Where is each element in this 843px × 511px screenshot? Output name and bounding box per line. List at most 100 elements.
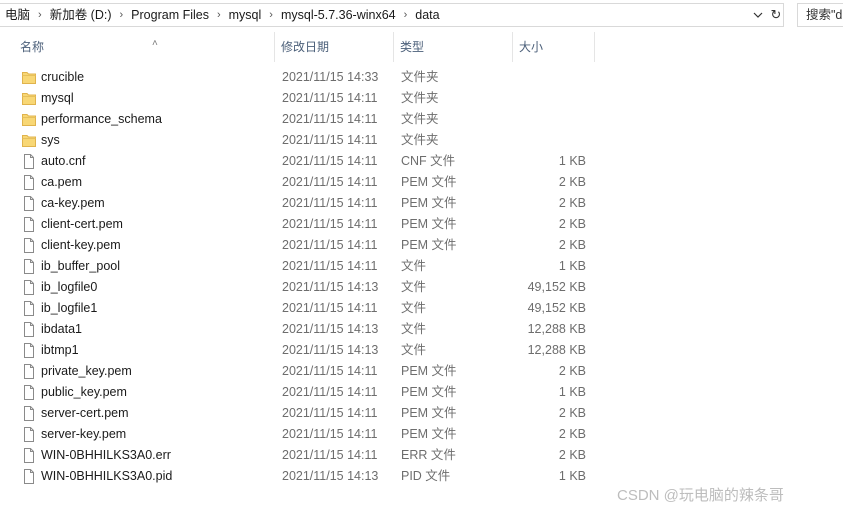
file-row[interactable]: client-cert.pem 2021/11/15 14:11 PEM 文件 2 K… bbox=[0, 214, 843, 235]
file-size: 2 KB bbox=[558, 427, 586, 441]
file-date: 2021/11/15 14:11 bbox=[282, 364, 378, 378]
file-icon bbox=[22, 469, 36, 484]
file-row[interactable]: private_key.pem 2021/11/15 14:11 PEM 文件 2 K… bbox=[0, 361, 843, 382]
file-type: 文件 bbox=[401, 322, 427, 336]
file-size: 1 KB bbox=[558, 469, 586, 483]
file-type: 文件夹 bbox=[401, 70, 439, 84]
chevron-right-icon[interactable]: › bbox=[215, 9, 223, 21]
file-type: PEM 文件 bbox=[401, 364, 457, 378]
file-type: 文件夹 bbox=[401, 112, 439, 126]
file-type: PEM 文件 bbox=[401, 385, 457, 399]
folder-icon bbox=[22, 112, 36, 127]
column-header-row: 名称 ˄ 修改日期 类型 大小 bbox=[0, 32, 843, 62]
file-row[interactable]: ib_buffer_pool 2021/11/15 14:11 文件 1 KB bbox=[0, 256, 843, 277]
file-name: server-key.pem bbox=[41, 427, 127, 441]
file-size: 1 KB bbox=[558, 154, 586, 168]
file-name: performance_schema bbox=[41, 112, 162, 126]
breadcrumb-item-mysql[interactable]: mysql bbox=[223, 4, 268, 26]
file-icon bbox=[22, 364, 36, 379]
folder-icon bbox=[22, 133, 36, 148]
file-date: 2021/11/15 14:11 bbox=[282, 385, 378, 399]
file-type: PEM 文件 bbox=[401, 238, 457, 252]
file-row[interactable]: WIN-0BHHILKS3A0.err 2021/11/15 14:11 ERR 文… bbox=[0, 445, 843, 466]
chevron-right-icon[interactable]: › bbox=[267, 9, 275, 21]
column-header-size[interactable]: 大小 bbox=[513, 32, 595, 62]
breadcrumb-item-mysql-version[interactable]: mysql-5.7.36-winx64 bbox=[275, 4, 402, 26]
file-date: 2021/11/15 14:11 bbox=[282, 259, 378, 273]
file-row[interactable]: sys 2021/11/15 14:11 文件夹 bbox=[0, 130, 843, 151]
breadcrumb-item-program-files[interactable]: Program Files bbox=[125, 4, 215, 26]
search-input[interactable]: 搜索"d bbox=[797, 3, 843, 27]
folder-icon bbox=[22, 91, 36, 106]
file-date: 2021/11/15 14:11 bbox=[282, 112, 378, 126]
file-icon bbox=[22, 175, 36, 190]
file-row[interactable]: performance_schema 2021/11/15 14:11 文件夹 bbox=[0, 109, 843, 130]
chevron-right-icon[interactable]: › bbox=[402, 9, 410, 21]
file-type: 文件 bbox=[401, 301, 427, 315]
file-icon bbox=[22, 217, 36, 232]
column-header-type[interactable]: 类型 bbox=[394, 32, 513, 62]
file-name: auto.cnf bbox=[41, 154, 86, 168]
file-name: public_key.pem bbox=[41, 385, 127, 399]
breadcrumb[interactable]: 电脑 › 新加卷 (D:) › Program Files › mysql › … bbox=[0, 3, 784, 27]
chevron-right-icon[interactable]: › bbox=[36, 9, 44, 21]
file-date: 2021/11/15 14:13 bbox=[282, 322, 379, 336]
file-name: private_key.pem bbox=[41, 364, 132, 378]
file-row[interactable]: client-key.pem 2021/11/15 14:11 PEM 文件 2 KB bbox=[0, 235, 843, 256]
file-date: 2021/11/15 14:13 bbox=[282, 469, 379, 483]
file-type: 文件 bbox=[401, 343, 427, 357]
file-date: 2021/11/15 14:11 bbox=[282, 91, 378, 105]
file-name: ibtmp1 bbox=[41, 343, 79, 357]
column-header-date[interactable]: 修改日期 bbox=[275, 32, 394, 62]
column-date-label: 修改日期 bbox=[281, 40, 330, 54]
file-row[interactable]: crucible 2021/11/15 14:33 文件夹 bbox=[0, 67, 843, 88]
file-icon bbox=[22, 280, 36, 295]
file-name: crucible bbox=[41, 70, 85, 84]
file-row[interactable]: ib_logfile0 2021/11/15 14:13 文件 49,152 KB bbox=[0, 277, 843, 298]
file-type: CNF 文件 bbox=[401, 154, 456, 168]
file-name: server-cert.pem bbox=[41, 406, 129, 420]
sort-up-icon: ˄ bbox=[152, 38, 158, 49]
file-date: 2021/11/15 14:13 bbox=[282, 280, 379, 294]
file-size: 2 KB bbox=[558, 238, 586, 252]
file-row[interactable]: mysql 2021/11/15 14:11 文件夹 bbox=[0, 88, 843, 109]
file-size: 49,152 KB bbox=[527, 280, 586, 294]
file-type: 文件 bbox=[401, 259, 427, 273]
file-type: 文件夹 bbox=[401, 91, 439, 105]
file-date: 2021/11/15 14:11 bbox=[282, 154, 378, 168]
file-name: WIN-0BHHILKS3A0.err bbox=[41, 448, 171, 462]
file-date: 2021/11/15 14:13 bbox=[282, 343, 379, 357]
file-type: PEM 文件 bbox=[401, 175, 457, 189]
file-date: 2021/11/15 14:11 bbox=[282, 196, 378, 210]
breadcrumb-item-data[interactable]: data bbox=[409, 4, 445, 26]
chevron-right-icon[interactable]: › bbox=[118, 9, 126, 21]
file-icon bbox=[22, 406, 36, 421]
file-row[interactable]: ca.pem 2021/11/15 14:11 PEM 文件 2 KB bbox=[0, 172, 843, 193]
file-row[interactable]: auto.cnf 2021/11/15 14:11 CNF 文件 1 KB bbox=[0, 151, 843, 172]
file-date: 2021/11/15 14:11 bbox=[282, 175, 378, 189]
file-size: 12,288 KB bbox=[527, 343, 586, 357]
file-row[interactable]: server-key.pem 2021/11/15 14:11 PEM 文件 2 KB bbox=[0, 424, 843, 445]
file-icon bbox=[22, 196, 36, 211]
file-row[interactable]: server-cert.pem 2021/11/15 14:11 PEM 文件 2 K… bbox=[0, 403, 843, 424]
breadcrumb-item-drive[interactable]: 新加卷 (D:) bbox=[44, 4, 118, 26]
file-row[interactable]: ibdata1 2021/11/15 14:13 文件 12,288 KB bbox=[0, 319, 843, 340]
file-name: ca.pem bbox=[41, 175, 82, 189]
refresh-icon[interactable]: ↻ bbox=[766, 4, 786, 26]
file-row[interactable]: ca-key.pem 2021/11/15 14:11 PEM 文件 2 KB bbox=[0, 193, 843, 214]
file-size: 2 KB bbox=[558, 448, 586, 462]
file-row[interactable]: ibtmp1 2021/11/15 14:13 文件 12,288 KB bbox=[0, 340, 843, 361]
file-row[interactable]: public_key.pem 2021/11/15 14:11 PEM 文件 1 KB bbox=[0, 382, 843, 403]
file-name: client-key.pem bbox=[41, 238, 121, 252]
file-size: 2 KB bbox=[558, 217, 586, 231]
chevron-down-icon[interactable] bbox=[748, 4, 768, 26]
file-type: ERR 文件 bbox=[401, 448, 456, 462]
file-size: 2 KB bbox=[558, 364, 586, 378]
file-size bbox=[520, 130, 586, 151]
column-header-name[interactable]: 名称 ˄ bbox=[14, 32, 275, 62]
breadcrumb-item-pc[interactable]: 电脑 bbox=[0, 4, 36, 26]
file-date: 2021/11/15 14:33 bbox=[282, 70, 379, 84]
file-date: 2021/11/15 14:11 bbox=[282, 448, 378, 462]
file-size: 2 KB bbox=[558, 175, 586, 189]
file-row[interactable]: ib_logfile1 2021/11/15 14:11 文件 49,152 KB bbox=[0, 298, 843, 319]
